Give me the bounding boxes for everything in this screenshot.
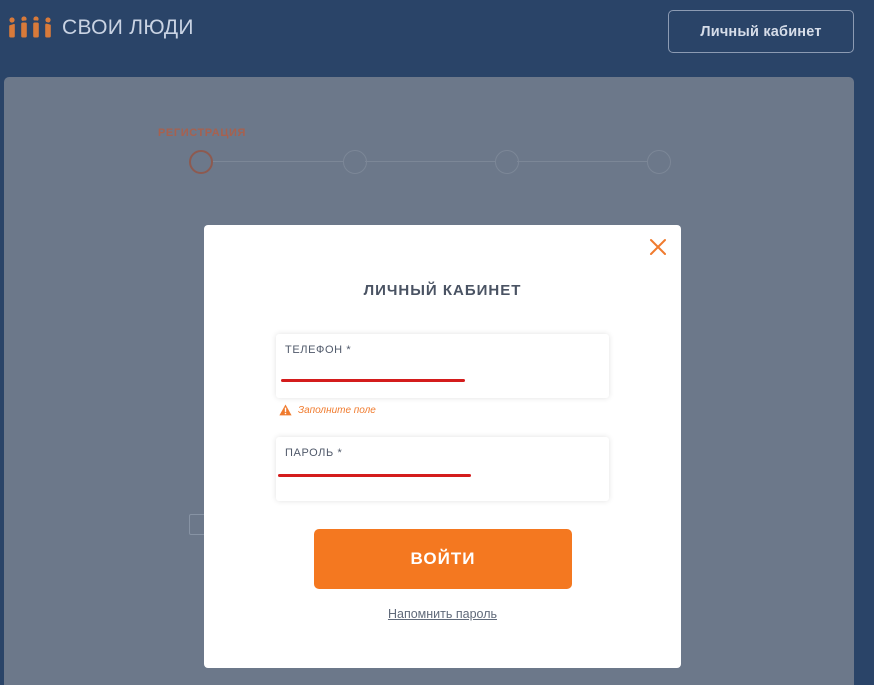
registration-steps-title: РЕГИСТРАЦИЯ	[158, 127, 246, 139]
modal-title: ЛИЧНЫЙ КАБИНЕТ	[363, 282, 522, 299]
step-connector	[213, 161, 343, 162]
close-icon[interactable]	[647, 236, 669, 258]
site-header: СВОИ ЛЮДИ Личный кабинет	[0, 0, 874, 70]
step-indicator	[495, 150, 519, 174]
password-field: ПАРОЛЬ *	[276, 437, 609, 501]
step-connector	[517, 161, 647, 162]
login-modal: ЛИЧНЫЙ КАБИНЕТ ТЕЛЕФОН * Заполните поле …	[204, 225, 681, 668]
step-indicator-active	[189, 150, 213, 174]
step-indicator	[647, 150, 671, 174]
warning-icon	[279, 404, 292, 416]
logo[interactable]: СВОИ ЛЮДИ	[6, 14, 194, 42]
phone-error-text: Заполните поле	[298, 404, 376, 416]
step-indicator	[343, 150, 367, 174]
password-label: ПАРОЛЬ *	[285, 447, 343, 459]
logo-text: СВОИ ЛЮДИ	[62, 16, 194, 39]
redaction-mark	[281, 379, 465, 382]
redaction-mark	[278, 474, 471, 477]
phone-label: ТЕЛЕФОН *	[285, 344, 352, 356]
step-connector	[365, 161, 495, 162]
remind-password-link[interactable]: Напомнить пароль	[204, 607, 681, 621]
personal-cabinet-button[interactable]: Личный кабинет	[668, 10, 854, 53]
people-group-icon	[7, 16, 55, 38]
phone-field: ТЕЛЕФОН *	[276, 334, 609, 398]
phone-input[interactable]	[278, 360, 607, 392]
password-input[interactable]	[278, 463, 607, 495]
phone-error-message: Заполните поле	[279, 404, 376, 416]
login-button[interactable]: ВОЙТИ	[314, 529, 572, 589]
